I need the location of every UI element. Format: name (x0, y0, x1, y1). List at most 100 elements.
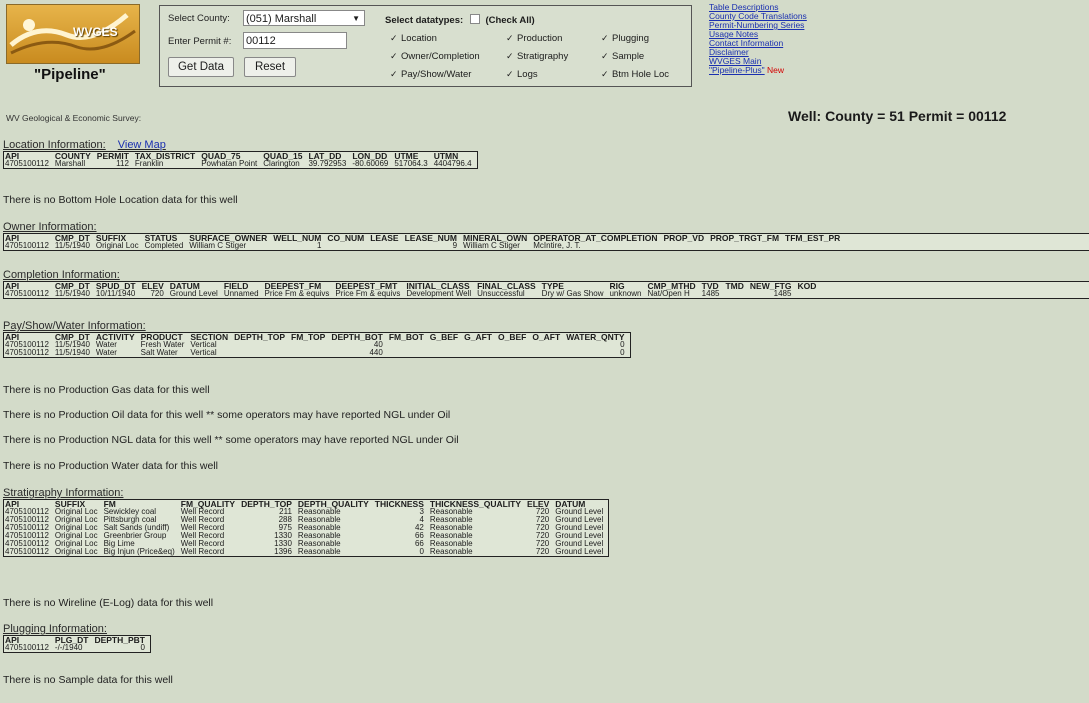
table-cell: Reasonable (297, 547, 341, 556)
table-cell: William C Stiger (463, 241, 520, 250)
wvges-logo: WVGES "Pipeline" (6, 4, 150, 84)
datatypes-label: Select datatypes: (385, 15, 464, 26)
logo-text: WVGES (73, 25, 118, 39)
msg-wireline: There is no Wireline (E-Log) data for th… (3, 597, 214, 609)
table-cell: 39.792953 (308, 159, 347, 168)
new-badge: New (767, 65, 785, 75)
check-all-checkbox[interactable] (469, 14, 480, 24)
reset-button[interactable]: Reset (244, 57, 296, 77)
table-cell: Salt Water (140, 348, 178, 357)
table-cell: Unsuccessful (477, 289, 525, 298)
checkbox-logs[interactable]: ✓ Logs (506, 69, 538, 80)
checkbox-label: Stratigraphy (517, 51, 569, 62)
checkbox-production[interactable]: ✓ Production (506, 33, 562, 44)
pay-grid: API CMP_DT ACTIVITY PRODUCT SECTION DEPTH_TOP… (4, 333, 630, 357)
table-row: 4705100112 11/5/1940 Water Salt Water Vertic… (4, 349, 630, 357)
strat-table: API SUFFIX FM FM_QUALITY DEPTH_TOP DEPTH_QUAL… (3, 499, 610, 557)
checkbox-location[interactable]: ✓ Location (390, 33, 437, 44)
checkbox-btm-hole-loc[interactable]: ✓ Btm Hole Loc (601, 69, 669, 80)
table-cell (429, 341, 463, 349)
table-cell: 720 (150, 289, 164, 298)
table-cell: Franklin (134, 159, 164, 168)
msg-prod-oil: There is no Production Oil data for this… (3, 409, 451, 421)
logo-image: WVGES (6, 4, 140, 64)
table-cell (463, 349, 497, 357)
check-icon: ✓ (506, 69, 514, 79)
county-label: Select County: (168, 13, 230, 24)
check-icon: ✓ (506, 33, 514, 43)
location-title: Location Information: (3, 139, 106, 151)
table-cell: Price Fm & equivs (264, 289, 330, 298)
check-all-label: (Check All) (485, 15, 535, 26)
table-cell (497, 349, 531, 357)
checkbox-pay-show-water[interactable]: ✓ Pay/Show/Water (390, 69, 471, 80)
owner-table: API CMP_DT SUFFIX STATUS SURFACE_OWNER WELL_N… (3, 233, 1089, 251)
checkbox-label: Btm Hole Loc (612, 69, 670, 80)
location-grid: API COUNTY PERMIT TAX_DISTRICT QUAD_75 QUAD_1… (4, 152, 477, 168)
checkbox-label: Plugging (612, 33, 649, 44)
table-cell: 720 (535, 547, 550, 556)
table-cell: 517064.3 (394, 159, 428, 168)
table-cell (796, 290, 821, 298)
table-cell: 4404796.4 (433, 159, 472, 168)
msg-prod-gas: There is no Production Gas data for this… (3, 384, 210, 396)
checkbox-label: Production (517, 33, 563, 44)
table-cell: Water (95, 348, 117, 357)
checkbox-owner-completion[interactable]: ✓ Owner/Completion (390, 51, 480, 62)
query-panel: Select County: (051) Marshall ▼ Enter Pe… (159, 5, 692, 87)
table-cell (531, 341, 565, 349)
checkbox-plugging[interactable]: ✓ Plugging (601, 33, 649, 44)
check-icon: ✓ (601, 51, 609, 61)
permit-label: Enter Permit #: (168, 36, 232, 47)
column-header: FM_TOP (291, 332, 326, 342)
table-row: 4705100112 -/-/1940 0 (4, 644, 150, 652)
get-data-button[interactable]: Get Data (168, 57, 234, 77)
table-cell: 1396 (274, 547, 292, 556)
county-select[interactable]: (051) Marshall ▼ (243, 10, 365, 26)
column-header: G_AFT (464, 332, 492, 342)
column-header: KOD (797, 281, 817, 291)
table-cell: Unnamed (223, 289, 259, 298)
table-cell: unknown (609, 289, 642, 298)
table-cell (724, 290, 748, 298)
owner-grid: API CMP_DT SUFFIX STATUS SURFACE_OWNER WELL_N… (4, 234, 845, 250)
table-cell: 4705100112 (5, 159, 49, 168)
table-row: 4705100112 11/5/1940 10/11/1940 720 Ground L… (4, 290, 821, 298)
table-cell (290, 349, 330, 357)
column-header: DEPTH_TOP (234, 332, 285, 342)
msg-sample: There is no Sample data for this well (3, 674, 173, 686)
table-cell (369, 242, 403, 250)
checkbox-label: Owner/Completion (401, 51, 480, 62)
strat-heading: Stratigraphy Information: (3, 487, 124, 499)
column-header: CO_NUM (327, 233, 365, 243)
completion-table: API CMP_DT SPUD_DT ELEV DATUM FIELD DEEPEST_FM… (3, 281, 1089, 299)
location-heading: Location Information: View Map (3, 139, 166, 151)
table-cell: 4705100112 (5, 289, 49, 298)
pay-table: API CMP_DT ACTIVITY PRODUCT SECTION DEPTH_TOP… (3, 332, 631, 358)
column-header: PROP_TRGT_FM (710, 233, 780, 243)
column-header: G_BEF (429, 332, 459, 342)
table-cell: Well Record (180, 547, 225, 556)
table-row: 4705100112 Original Loc Big Injun (Price&e… (4, 548, 608, 556)
table-cell: 11/5/1940 (54, 348, 90, 357)
table-cell: McIntire, J. T. (533, 241, 581, 250)
table-cell (497, 341, 531, 349)
column-header: FM_BOT (388, 332, 424, 342)
permit-input[interactable]: 00112 (243, 32, 347, 49)
table-cell: Big Injun (Price&eq) (103, 547, 175, 556)
link-pipeline-plus[interactable]: "Pipeline-Plus" (709, 65, 765, 75)
table-cell: Reasonable (429, 547, 473, 556)
table-cell (429, 349, 463, 357)
pay-heading: Pay/Show/Water Information: (3, 320, 146, 332)
table-cell: Clarington (263, 159, 300, 168)
table-cell: Marshall (54, 159, 86, 168)
checkbox-sample[interactable]: ✓ Sample (601, 51, 644, 62)
table-cell: -/-/1940 (54, 643, 83, 652)
msg-bottom-hole: There is no Bottom Hole Location data fo… (3, 194, 238, 206)
checkbox-stratigraphy[interactable]: ✓ Stratigraphy (506, 51, 568, 62)
view-map-link[interactable]: View Map (118, 139, 166, 151)
column-header: O_AFT (532, 332, 561, 342)
table-cell (326, 242, 369, 250)
app-name: "Pipeline" (34, 66, 106, 83)
table-cell: 1485 (701, 289, 720, 298)
